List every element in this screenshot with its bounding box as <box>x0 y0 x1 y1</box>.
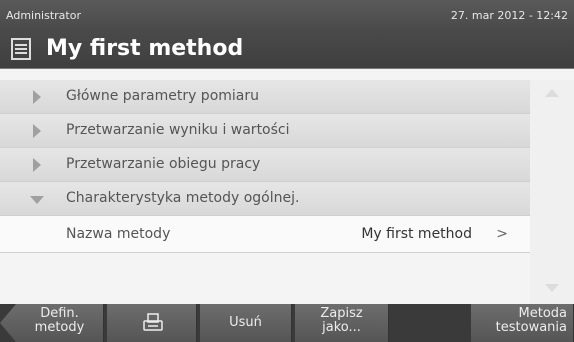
button-label: Defin. <box>40 306 79 321</box>
button-label: metody <box>34 320 85 335</box>
printer-icon <box>143 313 163 331</box>
user-name: Administrator <box>6 9 81 22</box>
bottom-toolbar: Defin. metody Usuń Zapisz jako... Metoda… <box>0 304 574 342</box>
field-value: My first method <box>361 226 472 242</box>
chevron-right-icon: > <box>496 226 508 242</box>
print-button[interactable] <box>107 304 197 342</box>
title-bar: My first method <box>0 30 574 69</box>
expand-arrow-icon <box>33 90 41 104</box>
scroll-down-icon[interactable] <box>545 284 559 292</box>
save-as-button[interactable]: Zapisz jako... <box>295 304 389 342</box>
status-bar: Administrator 27. mar 2012 - 12:42 <box>0 0 574 30</box>
method-name-field[interactable]: Nazwa metody My first method > <box>0 216 530 253</box>
define-method-button[interactable]: Defin. metody <box>0 304 104 342</box>
expand-arrow-icon <box>33 124 41 138</box>
button-label: jako... <box>322 320 361 335</box>
section-general-characteristics[interactable]: Charakterystyka metody ogólnej. <box>0 182 530 216</box>
field-label: Nazwa metody <box>66 226 171 242</box>
method-list-icon[interactable] <box>10 37 32 61</box>
section-label: Charakterystyka metody ogólnej. <box>66 190 300 206</box>
section-main-parameters[interactable]: Główne parametry pomiaru <box>0 80 530 114</box>
section-result-processing[interactable]: Przetwarzanie wyniku i wartości <box>0 114 530 148</box>
page-title: My first method <box>46 36 244 61</box>
date-time: 27. mar 2012 - 12:42 <box>450 9 568 22</box>
section-label: Przetwarzanie obiegu pracy <box>66 156 261 172</box>
settings-list: Główne parametry pomiaru Przetwarzanie w… <box>0 80 530 253</box>
section-label: Główne parametry pomiaru <box>66 88 259 104</box>
button-label: Zapisz <box>320 306 363 321</box>
button-label: testowania <box>495 320 567 335</box>
section-label: Przetwarzanie wyniku i wartości <box>66 122 290 138</box>
scroll-up-icon[interactable] <box>545 89 559 97</box>
scrollbar[interactable] <box>530 80 574 304</box>
button-label: Usuń <box>229 315 262 330</box>
delete-button[interactable]: Usuń <box>200 304 292 342</box>
screen: Administrator 27. mar 2012 - 12:42 My fi… <box>0 0 574 342</box>
expand-arrow-icon <box>33 158 41 172</box>
test-method-button[interactable]: Metoda testowania <box>471 304 574 342</box>
section-workflow-processing[interactable]: Przetwarzanie obiegu pracy <box>0 148 530 182</box>
button-label: Metoda <box>518 306 567 321</box>
collapse-arrow-icon <box>30 196 44 204</box>
